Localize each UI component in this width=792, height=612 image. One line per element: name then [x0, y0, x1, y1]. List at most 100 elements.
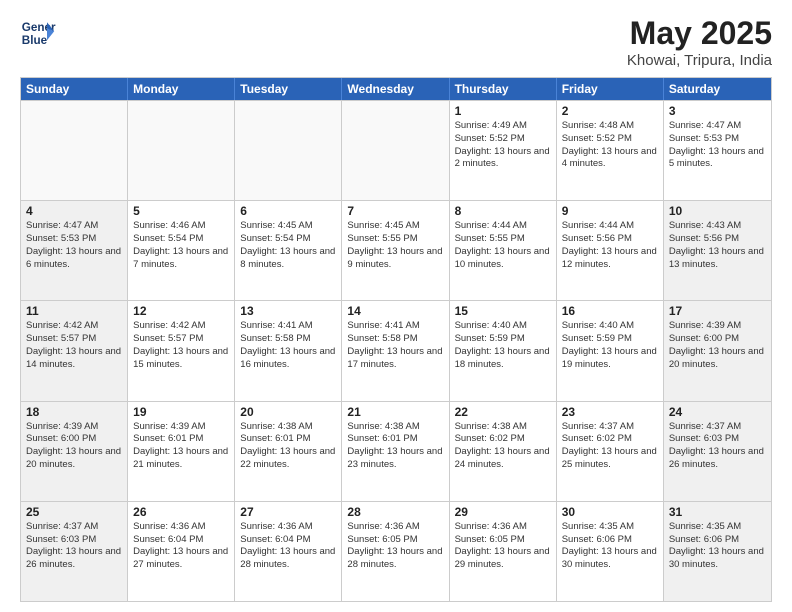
calendar-cell: 2Sunrise: 4:48 AM Sunset: 5:52 PM Daylig… [557, 101, 664, 200]
calendar-cell: 13 Sunrise: 4:41 AM Sunset: 5:58 PM Dayli… [235, 301, 342, 400]
cell-info: Sunrise: 4:44 AM Sunset: 5:56 PM Dayligh… [562, 220, 658, 271]
cell-date: 7 [347, 204, 443, 218]
cell-info: Sunrise: 4:39 AM Sunset: 6:00 PM Dayligh… [669, 320, 766, 371]
cell-info: Sunrise: 4:47 AM Sunset: 5:53 PM Dayligh… [669, 120, 766, 171]
cell-info: Sunrise: 4:36 AM Sunset: 6:05 PM Dayligh… [347, 521, 443, 572]
cell-date: 26 [133, 505, 229, 519]
cell-date: 30 [562, 505, 658, 519]
cell-date: 16 [562, 304, 658, 318]
calendar-cell: 4Sunrise: 4:47 AM Sunset: 5:53 PM Daylig… [21, 201, 128, 300]
day-headers: SundayMondayTuesdayWednesdayThursdayFrid… [21, 78, 771, 100]
cell-info: Sunrise: 4:40 AM Sunset: 5:59 PM Dayligh… [455, 320, 551, 371]
calendar-cell: 28 Sunrise: 4:36 AM Sunset: 6:05 PM Dayli… [342, 502, 449, 601]
cell-date: 3 [669, 104, 766, 118]
calendar-cell: 10 Sunrise: 4:43 AM Sunset: 5:56 PM Dayli… [664, 201, 771, 300]
cell-date: 28 [347, 505, 443, 519]
calendar-week-4: 18 Sunrise: 4:39 AM Sunset: 6:00 PM Dayli… [21, 401, 771, 501]
cell-date: 17 [669, 304, 766, 318]
calendar-cell: 25Sunrise: 4:37 AM Sunset: 6:03 PM Dayli… [21, 502, 128, 601]
calendar-cell: 20Sunrise: 4:38 AM Sunset: 6:01 PM Dayli… [235, 402, 342, 501]
calendar-week-3: 11 Sunrise: 4:42 AM Sunset: 5:57 PM Dayli… [21, 300, 771, 400]
calendar-cell: 22 Sunrise: 4:38 AM Sunset: 6:02 PM Dayli… [450, 402, 557, 501]
calendar: SundayMondayTuesdayWednesdayThursdayFrid… [20, 77, 772, 602]
calendar-week-5: 25Sunrise: 4:37 AM Sunset: 6:03 PM Dayli… [21, 501, 771, 601]
calendar-week-1: 1 Sunrise: 4:49 AM Sunset: 5:52 PM Daylig… [21, 100, 771, 200]
calendar-cell: 12 Sunrise: 4:42 AM Sunset: 5:57 PM Dayli… [128, 301, 235, 400]
logo-icon: General Blue [20, 15, 56, 51]
cell-info: Sunrise: 4:46 AM Sunset: 5:54 PM Dayligh… [133, 220, 229, 271]
cell-info: Sunrise: 4:38 AM Sunset: 6:01 PM Dayligh… [347, 421, 443, 472]
calendar-grid: 1 Sunrise: 4:49 AM Sunset: 5:52 PM Daylig… [21, 100, 771, 601]
cell-info: Sunrise: 4:37 AM Sunset: 6:03 PM Dayligh… [26, 521, 122, 572]
calendar-cell: 16 Sunrise: 4:40 AM Sunset: 5:59 PM Dayli… [557, 301, 664, 400]
calendar-cell: 29Sunrise: 4:36 AM Sunset: 6:05 PM Dayli… [450, 502, 557, 601]
location: Khowai, Tripura, India [627, 52, 772, 69]
calendar-cell: 17 Sunrise: 4:39 AM Sunset: 6:00 PM Dayli… [664, 301, 771, 400]
day-header-tuesday: Tuesday [235, 78, 342, 100]
calendar-cell [21, 101, 128, 200]
page: General Blue May 2025 Khowai, Tripura, I… [0, 0, 792, 612]
calendar-cell: 11 Sunrise: 4:42 AM Sunset: 5:57 PM Dayli… [21, 301, 128, 400]
cell-info: Sunrise: 4:45 AM Sunset: 5:54 PM Dayligh… [240, 220, 336, 271]
cell-date: 24 [669, 405, 766, 419]
day-header-monday: Monday [128, 78, 235, 100]
header: General Blue May 2025 Khowai, Tripura, I… [20, 15, 772, 69]
cell-info: Sunrise: 4:44 AM Sunset: 5:55 PM Dayligh… [455, 220, 551, 271]
cell-date: 18 [26, 405, 122, 419]
title-block: May 2025 Khowai, Tripura, India [627, 15, 772, 69]
cell-info: Sunrise: 4:41 AM Sunset: 5:58 PM Dayligh… [240, 320, 336, 371]
cell-date: 1 [455, 104, 551, 118]
cell-date: 19 [133, 405, 229, 419]
cell-date: 31 [669, 505, 766, 519]
cell-date: 10 [669, 204, 766, 218]
calendar-cell: 23 Sunrise: 4:37 AM Sunset: 6:02 PM Dayli… [557, 402, 664, 501]
cell-date: 13 [240, 304, 336, 318]
cell-info: Sunrise: 4:39 AM Sunset: 6:00 PM Dayligh… [26, 421, 122, 472]
day-header-friday: Friday [557, 78, 664, 100]
calendar-week-2: 4Sunrise: 4:47 AM Sunset: 5:53 PM Daylig… [21, 200, 771, 300]
cell-info: Sunrise: 4:37 AM Sunset: 6:02 PM Dayligh… [562, 421, 658, 472]
cell-info: Sunrise: 4:35 AM Sunset: 6:06 PM Dayligh… [562, 521, 658, 572]
cell-date: 14 [347, 304, 443, 318]
calendar-cell: 21 Sunrise: 4:38 AM Sunset: 6:01 PM Dayli… [342, 402, 449, 501]
cell-date: 27 [240, 505, 336, 519]
cell-info: Sunrise: 4:49 AM Sunset: 5:52 PM Dayligh… [455, 120, 551, 171]
calendar-cell: 1 Sunrise: 4:49 AM Sunset: 5:52 PM Daylig… [450, 101, 557, 200]
cell-date: 9 [562, 204, 658, 218]
day-header-saturday: Saturday [664, 78, 771, 100]
calendar-cell: 18 Sunrise: 4:39 AM Sunset: 6:00 PM Dayli… [21, 402, 128, 501]
cell-info: Sunrise: 4:42 AM Sunset: 5:57 PM Dayligh… [133, 320, 229, 371]
cell-info: Sunrise: 4:37 AM Sunset: 6:03 PM Dayligh… [669, 421, 766, 472]
cell-info: Sunrise: 4:36 AM Sunset: 6:04 PM Dayligh… [133, 521, 229, 572]
cell-info: Sunrise: 4:38 AM Sunset: 6:02 PM Dayligh… [455, 421, 551, 472]
calendar-cell: 26 Sunrise: 4:36 AM Sunset: 6:04 PM Dayli… [128, 502, 235, 601]
cell-date: 4 [26, 204, 122, 218]
cell-info: Sunrise: 4:40 AM Sunset: 5:59 PM Dayligh… [562, 320, 658, 371]
calendar-cell: 3 Sunrise: 4:47 AM Sunset: 5:53 PM Daylig… [664, 101, 771, 200]
cell-info: Sunrise: 4:41 AM Sunset: 5:58 PM Dayligh… [347, 320, 443, 371]
cell-info: Sunrise: 4:42 AM Sunset: 5:57 PM Dayligh… [26, 320, 122, 371]
cell-date: 8 [455, 204, 551, 218]
cell-date: 21 [347, 405, 443, 419]
calendar-cell: 27 Sunrise: 4:36 AM Sunset: 6:04 PM Dayli… [235, 502, 342, 601]
calendar-cell: 19Sunrise: 4:39 AM Sunset: 6:01 PM Dayli… [128, 402, 235, 501]
day-header-sunday: Sunday [21, 78, 128, 100]
cell-info: Sunrise: 4:45 AM Sunset: 5:55 PM Dayligh… [347, 220, 443, 271]
cell-info: Sunrise: 4:36 AM Sunset: 6:04 PM Dayligh… [240, 521, 336, 572]
cell-date: 5 [133, 204, 229, 218]
cell-date: 23 [562, 405, 658, 419]
cell-date: 22 [455, 405, 551, 419]
cell-date: 11 [26, 304, 122, 318]
cell-info: Sunrise: 4:43 AM Sunset: 5:56 PM Dayligh… [669, 220, 766, 271]
cell-date: 2 [562, 104, 658, 118]
calendar-cell: 6Sunrise: 4:45 AM Sunset: 5:54 PM Daylig… [235, 201, 342, 300]
cell-date: 12 [133, 304, 229, 318]
calendar-cell: 15 Sunrise: 4:40 AM Sunset: 5:59 PM Dayli… [450, 301, 557, 400]
cell-info: Sunrise: 4:38 AM Sunset: 6:01 PM Dayligh… [240, 421, 336, 472]
calendar-cell: 31Sunrise: 4:35 AM Sunset: 6:06 PM Dayli… [664, 502, 771, 601]
cell-date: 15 [455, 304, 551, 318]
calendar-cell: 24 Sunrise: 4:37 AM Sunset: 6:03 PM Dayli… [664, 402, 771, 501]
calendar-cell: 5 Sunrise: 4:46 AM Sunset: 5:54 PM Daylig… [128, 201, 235, 300]
calendar-cell [235, 101, 342, 200]
calendar-cell [342, 101, 449, 200]
